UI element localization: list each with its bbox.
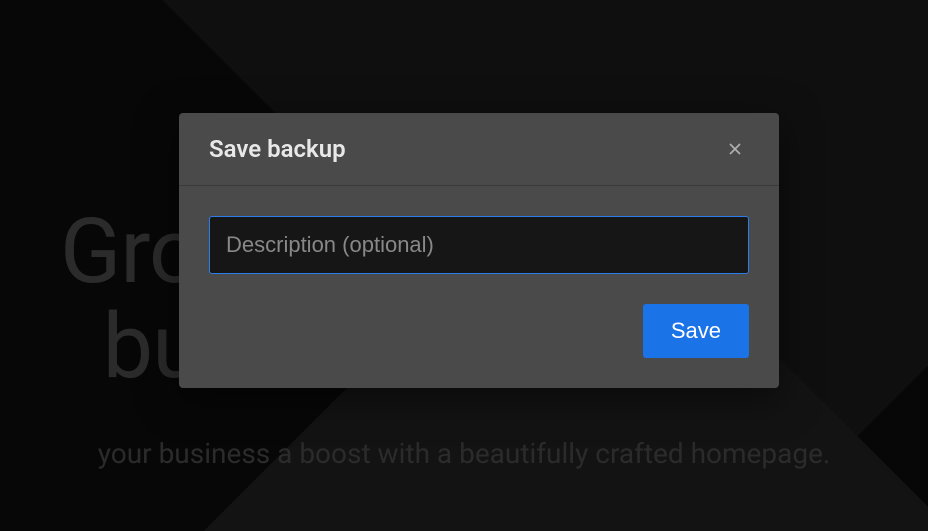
modal-title: Save backup (209, 135, 346, 163)
modal-footer: Save (179, 304, 779, 388)
close-button[interactable] (721, 135, 749, 163)
save-backup-modal: Save backup Save (179, 113, 779, 388)
modal-header: Save backup (179, 113, 779, 186)
modal-body (179, 186, 779, 304)
close-icon (725, 139, 745, 159)
save-button[interactable]: Save (643, 304, 749, 358)
description-input[interactable] (209, 216, 749, 274)
